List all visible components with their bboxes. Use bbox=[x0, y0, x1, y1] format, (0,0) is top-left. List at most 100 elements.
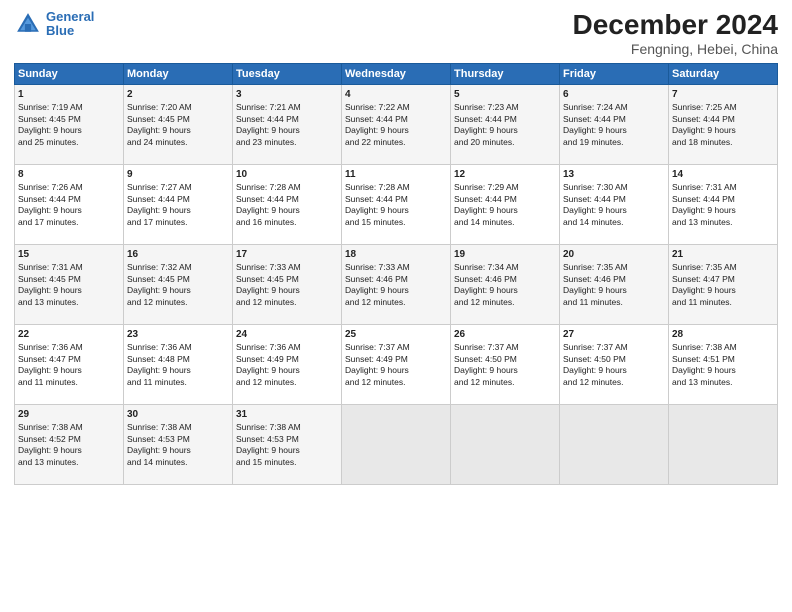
day-info: and 12 minutes. bbox=[454, 297, 556, 308]
day-info: Daylight: 9 hours bbox=[127, 205, 229, 216]
day-info: Sunset: 4:52 PM bbox=[18, 434, 120, 445]
day-info: Daylight: 9 hours bbox=[127, 125, 229, 136]
day-cell: 31Sunrise: 7:38 AMSunset: 4:53 PMDayligh… bbox=[233, 404, 342, 484]
day-info: Sunset: 4:44 PM bbox=[672, 114, 774, 125]
page: General Blue December 2024 Fengning, Heb… bbox=[0, 0, 792, 612]
day-cell: 27Sunrise: 7:37 AMSunset: 4:50 PMDayligh… bbox=[560, 324, 669, 404]
day-info: Sunrise: 7:33 AM bbox=[236, 262, 338, 273]
day-info: Sunrise: 7:29 AM bbox=[454, 182, 556, 193]
day-info: Daylight: 9 hours bbox=[345, 285, 447, 296]
day-info: Daylight: 9 hours bbox=[345, 365, 447, 376]
day-cell: 10Sunrise: 7:28 AMSunset: 4:44 PMDayligh… bbox=[233, 164, 342, 244]
day-info: and 16 minutes. bbox=[236, 217, 338, 228]
day-info: and 17 minutes. bbox=[127, 217, 229, 228]
day-info: Daylight: 9 hours bbox=[672, 285, 774, 296]
day-info: Sunrise: 7:37 AM bbox=[563, 342, 665, 353]
calendar-table: SundayMondayTuesdayWednesdayThursdayFrid… bbox=[14, 63, 778, 485]
col-header-thursday: Thursday bbox=[451, 63, 560, 84]
day-info: Daylight: 9 hours bbox=[563, 205, 665, 216]
week-row-4: 22Sunrise: 7:36 AMSunset: 4:47 PMDayligh… bbox=[15, 324, 778, 404]
day-info: Sunrise: 7:30 AM bbox=[563, 182, 665, 193]
day-info: and 12 minutes. bbox=[454, 377, 556, 388]
day-cell: 12Sunrise: 7:29 AMSunset: 4:44 PMDayligh… bbox=[451, 164, 560, 244]
day-info: Sunset: 4:45 PM bbox=[18, 274, 120, 285]
day-cell: 2Sunrise: 7:20 AMSunset: 4:45 PMDaylight… bbox=[124, 84, 233, 164]
day-cell: 7Sunrise: 7:25 AMSunset: 4:44 PMDaylight… bbox=[669, 84, 778, 164]
logo: General Blue bbox=[14, 10, 94, 39]
day-info: and 12 minutes. bbox=[236, 377, 338, 388]
day-info: Daylight: 9 hours bbox=[236, 285, 338, 296]
day-info: and 13 minutes. bbox=[672, 217, 774, 228]
day-cell: 28Sunrise: 7:38 AMSunset: 4:51 PMDayligh… bbox=[669, 324, 778, 404]
day-info: Sunset: 4:46 PM bbox=[563, 274, 665, 285]
day-info: Sunrise: 7:38 AM bbox=[18, 422, 120, 433]
logo-line2: Blue bbox=[46, 23, 74, 38]
day-info: Sunset: 4:44 PM bbox=[127, 194, 229, 205]
day-info: Daylight: 9 hours bbox=[454, 285, 556, 296]
day-info: Sunrise: 7:37 AM bbox=[454, 342, 556, 353]
day-info: Sunset: 4:44 PM bbox=[454, 114, 556, 125]
day-info: Daylight: 9 hours bbox=[127, 285, 229, 296]
day-number: 14 bbox=[672, 168, 774, 182]
day-info: and 19 minutes. bbox=[563, 137, 665, 148]
day-cell: 6Sunrise: 7:24 AMSunset: 4:44 PMDaylight… bbox=[560, 84, 669, 164]
day-cell: 8Sunrise: 7:26 AMSunset: 4:44 PMDaylight… bbox=[15, 164, 124, 244]
day-info: Sunrise: 7:28 AM bbox=[236, 182, 338, 193]
day-info: and 20 minutes. bbox=[454, 137, 556, 148]
day-info: Sunset: 4:51 PM bbox=[672, 354, 774, 365]
day-info: Daylight: 9 hours bbox=[127, 365, 229, 376]
day-info: and 12 minutes. bbox=[563, 377, 665, 388]
page-title: December 2024 bbox=[573, 10, 778, 41]
day-info: and 15 minutes. bbox=[236, 457, 338, 468]
day-info: Sunset: 4:45 PM bbox=[127, 114, 229, 125]
day-info: Daylight: 9 hours bbox=[672, 205, 774, 216]
day-info: and 12 minutes. bbox=[345, 297, 447, 308]
day-number: 26 bbox=[454, 328, 556, 342]
day-info: and 11 minutes. bbox=[18, 377, 120, 388]
day-info: Sunrise: 7:22 AM bbox=[345, 102, 447, 113]
day-info: Sunset: 4:44 PM bbox=[18, 194, 120, 205]
day-number: 29 bbox=[18, 408, 120, 422]
day-cell: 5Sunrise: 7:23 AMSunset: 4:44 PMDaylight… bbox=[451, 84, 560, 164]
day-info: Sunset: 4:44 PM bbox=[454, 194, 556, 205]
day-number: 28 bbox=[672, 328, 774, 342]
day-info: Daylight: 9 hours bbox=[672, 125, 774, 136]
day-info: Daylight: 9 hours bbox=[236, 445, 338, 456]
day-number: 21 bbox=[672, 248, 774, 262]
day-info: Sunset: 4:46 PM bbox=[454, 274, 556, 285]
day-info: Sunrise: 7:31 AM bbox=[18, 262, 120, 273]
day-info: Sunset: 4:44 PM bbox=[563, 114, 665, 125]
day-number: 6 bbox=[563, 88, 665, 102]
day-info: Sunset: 4:44 PM bbox=[236, 194, 338, 205]
day-number: 23 bbox=[127, 328, 229, 342]
day-info: Sunset: 4:47 PM bbox=[672, 274, 774, 285]
day-number: 9 bbox=[127, 168, 229, 182]
day-cell: 22Sunrise: 7:36 AMSunset: 4:47 PMDayligh… bbox=[15, 324, 124, 404]
logo-icon bbox=[14, 10, 42, 38]
day-info: Sunrise: 7:35 AM bbox=[672, 262, 774, 273]
day-number: 16 bbox=[127, 248, 229, 262]
day-cell: 26Sunrise: 7:37 AMSunset: 4:50 PMDayligh… bbox=[451, 324, 560, 404]
day-info: Sunset: 4:45 PM bbox=[236, 274, 338, 285]
day-info: and 12 minutes. bbox=[127, 297, 229, 308]
day-info: and 17 minutes. bbox=[18, 217, 120, 228]
day-info: Sunrise: 7:20 AM bbox=[127, 102, 229, 113]
day-info: Sunrise: 7:34 AM bbox=[454, 262, 556, 273]
week-row-1: 1Sunrise: 7:19 AMSunset: 4:45 PMDaylight… bbox=[15, 84, 778, 164]
day-info: Sunset: 4:50 PM bbox=[454, 354, 556, 365]
day-number: 13 bbox=[563, 168, 665, 182]
col-header-friday: Friday bbox=[560, 63, 669, 84]
day-cell: 23Sunrise: 7:36 AMSunset: 4:48 PMDayligh… bbox=[124, 324, 233, 404]
day-info: and 14 minutes. bbox=[563, 217, 665, 228]
day-info: Daylight: 9 hours bbox=[563, 365, 665, 376]
week-row-2: 8Sunrise: 7:26 AMSunset: 4:44 PMDaylight… bbox=[15, 164, 778, 244]
day-info: and 14 minutes. bbox=[454, 217, 556, 228]
day-info: Sunset: 4:45 PM bbox=[18, 114, 120, 125]
col-header-saturday: Saturday bbox=[669, 63, 778, 84]
day-info: Daylight: 9 hours bbox=[18, 445, 120, 456]
day-info: Daylight: 9 hours bbox=[454, 365, 556, 376]
day-info: Sunset: 4:49 PM bbox=[236, 354, 338, 365]
day-number: 15 bbox=[18, 248, 120, 262]
day-info: Daylight: 9 hours bbox=[127, 445, 229, 456]
day-number: 22 bbox=[18, 328, 120, 342]
